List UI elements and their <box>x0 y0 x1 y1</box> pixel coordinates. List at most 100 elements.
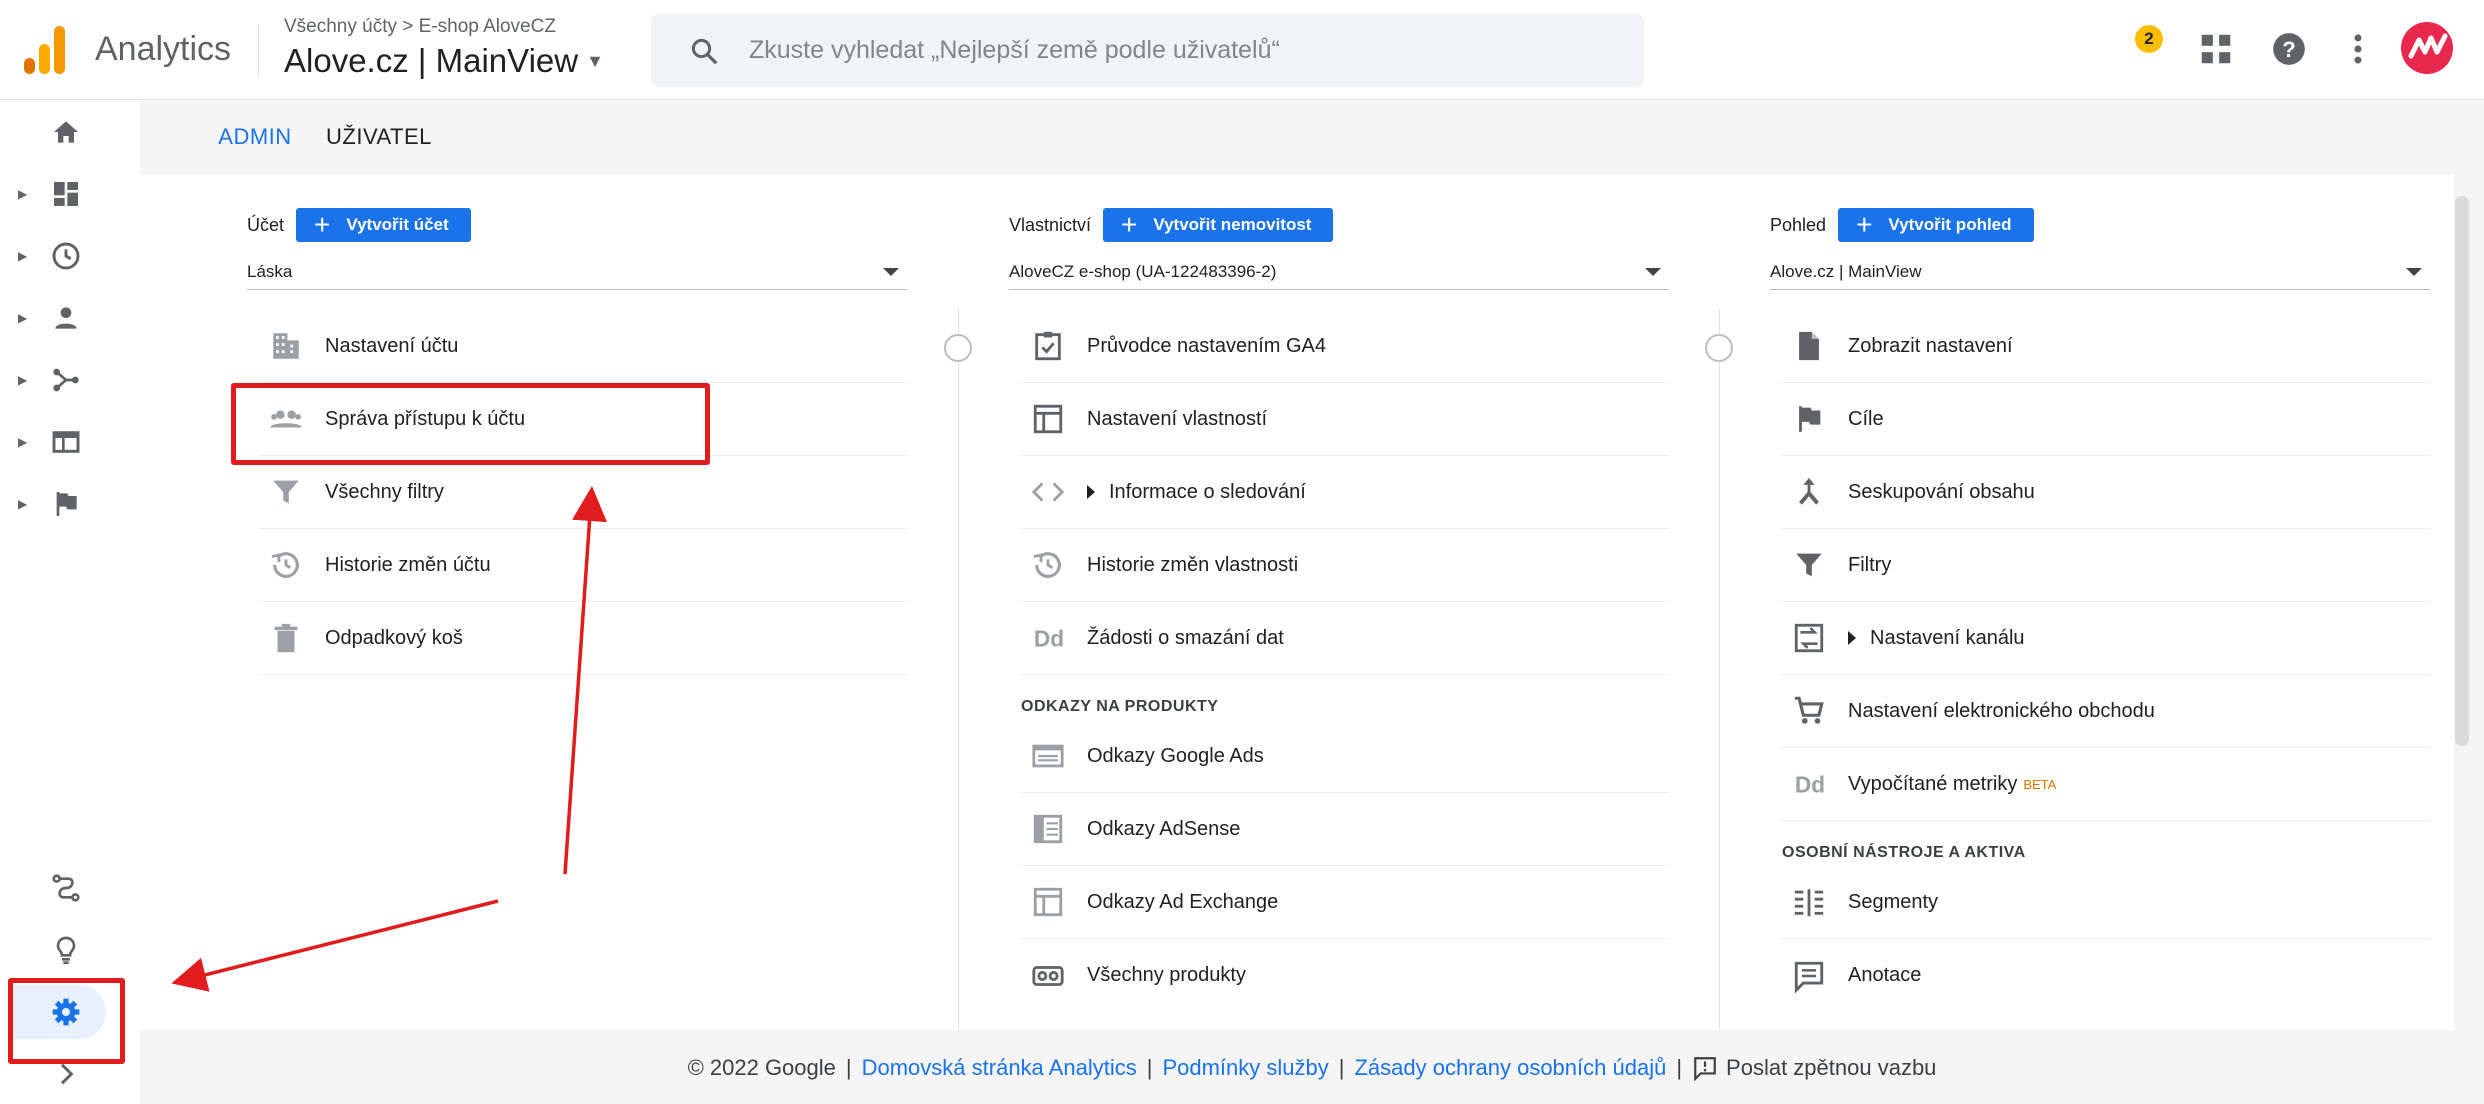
trash-icon <box>274 623 298 653</box>
history-icon <box>271 552 299 578</box>
history-icon <box>1033 552 1061 578</box>
tab-user[interactable]: UŽIVATEL <box>326 124 432 150</box>
trash-item[interactable]: Odpadkový koš <box>259 602 907 675</box>
expand-arrow-icon: ▶ <box>18 435 28 449</box>
nav-audience[interactable]: ▶ <box>18 298 118 338</box>
account-settings-item[interactable]: Nastavení účtu <box>259 310 907 383</box>
tab-admin[interactable]: ADMIN <box>180 124 330 197</box>
footer-separator: | <box>845 1055 852 1080</box>
analytics-home-link[interactable]: Domovská stránka Analytics <box>862 1055 1137 1081</box>
apps-grid-icon[interactable] <box>2197 30 2235 68</box>
expand-arrow-icon: ▶ <box>18 187 28 201</box>
property-select[interactable]: AloveCZ e-shop (UA-122483396-2) <box>1009 254 1669 290</box>
google-ads-links-item[interactable]: Odkazy Google Ads <box>1021 720 1669 793</box>
view-selector[interactable]: Alove.cz | MainView ▼ <box>284 42 604 80</box>
admin-card: Účet + Vytvořit účet Láska Nastavení účtu… <box>140 174 2454 1030</box>
adsense-links-item[interactable]: Odkazy AdSense <box>1021 793 1669 866</box>
calculated-metrics-item[interactable]: Dd Vypočítané metriky BETA <box>1782 748 2430 821</box>
column-divider <box>958 309 959 1030</box>
attribution-icon <box>52 874 80 902</box>
property-settings-item[interactable]: Nastavení vlastností <box>1021 383 1669 456</box>
lightbulb-icon <box>56 936 76 964</box>
content-grouping-item[interactable]: Seskupování obsahu <box>1782 456 2430 529</box>
analytics-logo[interactable] <box>24 24 66 74</box>
notification-badge[interactable]: 2 <box>2135 25 2163 53</box>
account-select[interactable]: Láska <box>247 254 907 290</box>
expand-arrow-icon: ▶ <box>18 249 28 263</box>
dd-icon: Dd <box>1795 772 1825 798</box>
nav-attribution[interactable] <box>18 868 118 908</box>
all-products-item[interactable]: Všechny produkty <box>1021 939 1669 1012</box>
plus-icon: + <box>314 209 331 240</box>
terms-link[interactable]: Podmínky služby <box>1162 1055 1328 1081</box>
nav-discover[interactable] <box>18 930 118 970</box>
comment-icon <box>1794 961 1824 993</box>
all-filters-item[interactable]: Všechny filtry <box>259 456 907 529</box>
property-change-history-item[interactable]: Historie změn vlastnosti <box>1021 529 1669 602</box>
account-label: Účet <box>247 214 285 235</box>
app-header: Analytics Všechny účty > E-shop AloveCZ … <box>0 0 2484 100</box>
send-feedback-link[interactable]: Poslat zpětnou vazbu <box>1726 1055 1936 1081</box>
search-icon <box>691 38 717 64</box>
channel-icon <box>1794 623 1824 653</box>
create-property-button[interactable]: + Vytvořit nemovitost <box>1103 208 1334 242</box>
breadcrumb[interactable]: Všechny účty > E-shop AloveCZ <box>284 16 556 38</box>
svg-text:Dd: Dd <box>1795 772 1825 798</box>
scrollbar[interactable] <box>2455 196 2469 746</box>
copyright: © 2022 Google <box>687 1055 836 1080</box>
nav-customization[interactable]: ▶ <box>18 174 118 214</box>
help-icon[interactable]: ? <box>2270 30 2308 68</box>
expand-arrow-icon <box>1848 631 1856 645</box>
dashboard-icon <box>54 182 78 206</box>
product-links-section-title: ODKAZY NA PRODUKTY <box>1021 698 1219 715</box>
left-nav: ▶ ▶ ▶ ▶ ▶ ▶ <box>0 100 140 1104</box>
view-filters-item[interactable]: Filtry <box>1782 529 2430 602</box>
goals-item[interactable]: Cíle <box>1782 383 2430 456</box>
ga4-setup-assistant-item[interactable]: Průvodce nastavením GA4 <box>1021 310 1669 383</box>
flag-icon <box>56 492 77 516</box>
tracking-info-item[interactable]: Informace o sledování <box>1021 456 1669 529</box>
expand-arrow-icon: ▶ <box>18 373 28 387</box>
avatar[interactable] <box>2401 22 2453 74</box>
personal-tools-section-title: OSOBNÍ NÁSTROJE A AKTIVA <box>1782 844 2026 861</box>
channel-settings-item[interactable]: Nastavení kanálu <box>1782 602 2430 675</box>
document-icon <box>1799 331 1819 361</box>
more-vert-icon[interactable] <box>2339 30 2377 68</box>
nav-behavior[interactable]: ▶ <box>18 422 118 462</box>
create-account-button[interactable]: + Vytvořit účet <box>296 208 471 242</box>
ads-icon <box>1032 744 1064 768</box>
nav-acquisition[interactable]: ▶ <box>18 360 118 400</box>
admin-tabs: ADMIN UŽIVATEL <box>140 100 2484 197</box>
merge-icon <box>1799 477 1819 505</box>
filter-icon <box>273 480 299 504</box>
view-select[interactable]: Alove.cz | MainView <box>1770 254 2430 290</box>
feedback-icon <box>1694 1057 1716 1081</box>
dd-icon: Dd <box>1034 626 1064 652</box>
nav-realtime[interactable]: ▶ <box>18 236 118 276</box>
header-divider <box>258 24 259 76</box>
link-icon <box>1032 965 1064 986</box>
expand-arrow-icon: ▶ <box>18 311 28 325</box>
column-arrow-icon <box>1705 334 1733 362</box>
acquisition-icon <box>53 368 79 392</box>
column-arrow-icon <box>944 334 972 362</box>
data-deletion-requests-item[interactable]: Dd Žádosti o smazání dat <box>1021 602 1669 675</box>
account-change-history-item[interactable]: Historie změn účtu <box>259 529 907 602</box>
segments-item[interactable]: Segmenty <box>1782 866 2430 939</box>
cart-icon <box>1794 696 1824 724</box>
annotations-item[interactable]: Anotace <box>1782 939 2430 1012</box>
ecommerce-settings-item[interactable]: Nastavení elektronického obchodu <box>1782 675 2430 748</box>
search-input[interactable] <box>749 36 1549 65</box>
search-bar[interactable] <box>651 14 1644 87</box>
nav-conversions[interactable]: ▶ <box>18 484 118 524</box>
footer-separator: | <box>1676 1055 1683 1080</box>
avatar-logo-icon <box>2408 33 2448 59</box>
view-label: Pohled <box>1770 214 1827 235</box>
clock-icon <box>52 242 80 270</box>
privacy-link[interactable]: Zásady ochrany osobních údajů <box>1354 1055 1666 1081</box>
ad-exchange-links-item[interactable]: Odkazy Ad Exchange <box>1021 866 1669 939</box>
brand-name: Analytics <box>95 30 232 68</box>
create-view-button[interactable]: + Vytvořit pohled <box>1838 208 2034 242</box>
view-settings-item[interactable]: Zobrazit nastavení <box>1782 310 2430 383</box>
nav-home[interactable] <box>18 112 118 152</box>
